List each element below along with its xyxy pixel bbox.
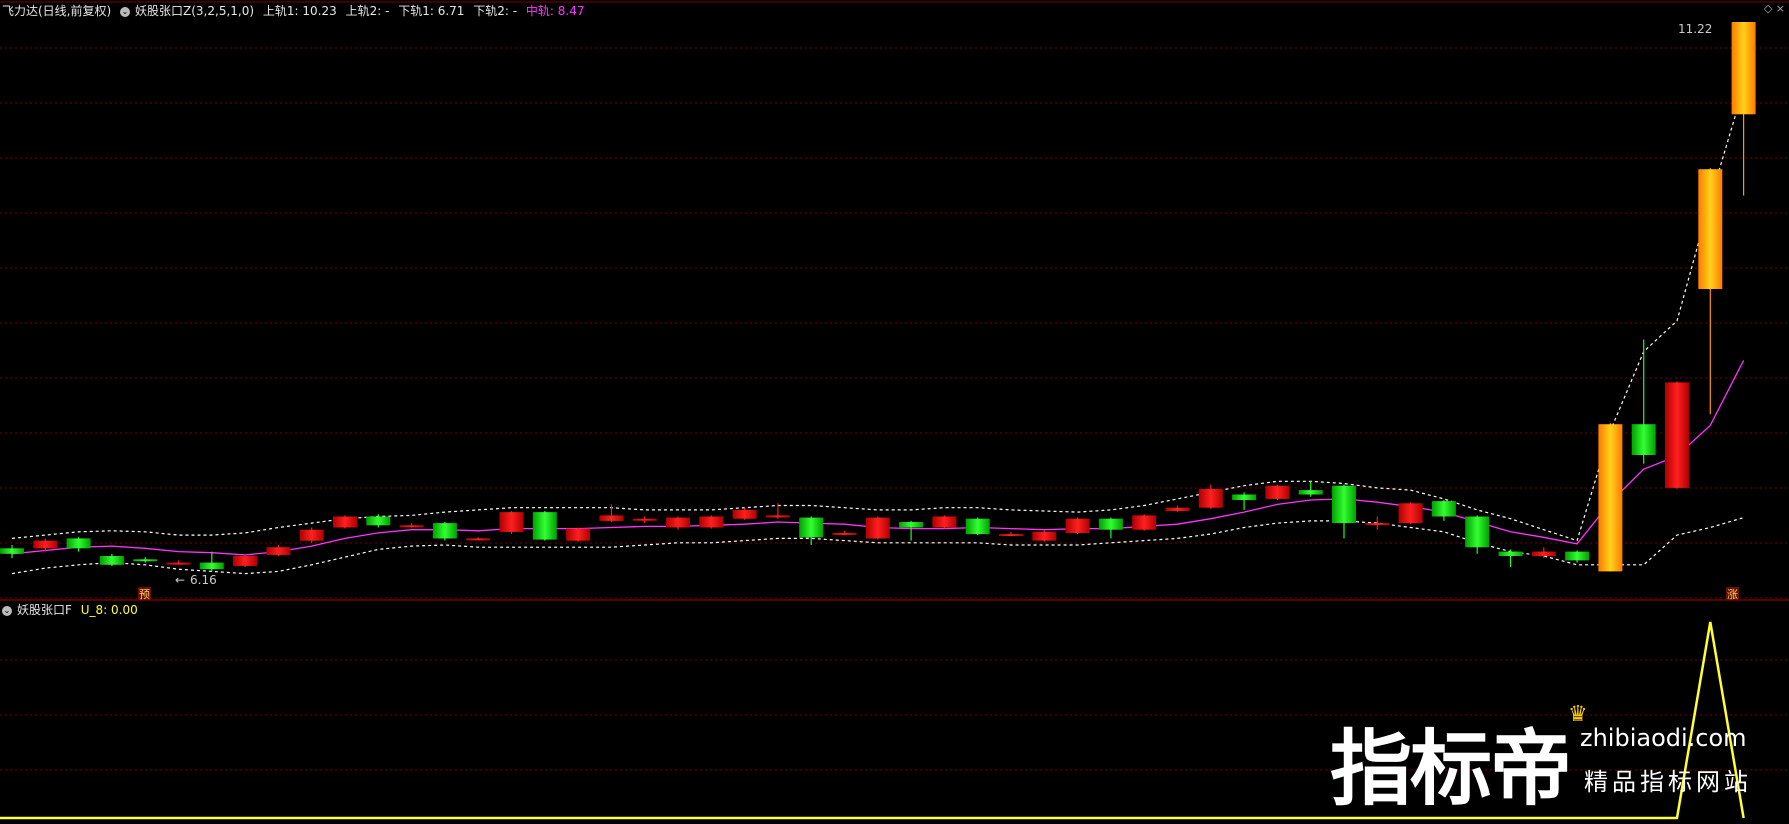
chart-canvas: 11.22 6.16 ← 预 涨: [0, 1, 1789, 820]
grid-lines: [0, 1, 1789, 771]
main-header: 飞力达(日线,前复权) ⌄ 妖股张口Z(3,2,5,1,0) 上轨1: 10.23…: [2, 4, 590, 18]
candle-body: [1198, 489, 1223, 508]
sub-header: ⌄ 妖股张口F U_8: 0.00: [2, 603, 143, 617]
candle-body: [1731, 22, 1756, 115]
candle-body: [66, 538, 91, 549]
candle-body: [333, 516, 357, 528]
upper1-value: 上轨1: 10.23: [262, 4, 337, 18]
candle-body: [899, 522, 924, 528]
candle-body: [432, 523, 457, 539]
candle-body: [1298, 490, 1323, 495]
candle-body: [932, 516, 957, 528]
upper2-value: 上轨2: -: [345, 4, 390, 18]
lower2-value: 下轨2: -: [473, 4, 518, 18]
watermark-brand: 指标帝: [1330, 722, 1572, 817]
candle-body: [1631, 424, 1656, 455]
candle-body: [865, 517, 890, 539]
sub-indicator-name[interactable]: 妖股张口F: [17, 603, 72, 617]
candle-body: [1365, 523, 1390, 526]
marker-left-label: 预: [139, 588, 150, 601]
candle-body: [1065, 518, 1090, 533]
mid-value: 中轨: 8.47: [525, 4, 585, 18]
candle-body: [532, 512, 557, 540]
low-arrow-icon: ←: [175, 573, 185, 587]
candle-body: [1132, 515, 1157, 530]
sub-indicator-value: U_8: 0.00: [80, 603, 138, 617]
candle-body: [765, 515, 790, 518]
window-controls: ◇ ×: [1764, 2, 1785, 15]
candle-body: [399, 525, 424, 528]
candle-body: [0, 548, 24, 554]
candle-body: [299, 529, 324, 541]
candle-body: [1032, 531, 1057, 541]
diamond-icon[interactable]: ◇: [1764, 2, 1772, 15]
stock-name: 飞力达(日线,前复权): [2, 4, 112, 18]
candle-body: [1498, 551, 1523, 556]
upper-band-line: [11, 87, 1745, 542]
candle-body: [266, 547, 291, 555]
marker-right-label: 涨: [1727, 588, 1738, 601]
candle-body: [632, 518, 657, 521]
candle-body: [999, 534, 1023, 536]
watermark-url: zhibiaodi.com: [1580, 724, 1747, 752]
candle-body: [1098, 518, 1123, 530]
candle-body: [1165, 507, 1190, 511]
candle-body: [799, 517, 824, 538]
candle-body: [1265, 485, 1290, 499]
candle-body: [732, 509, 757, 519]
candle-body: [466, 538, 491, 541]
chevron-down-icon[interactable]: ⌄: [120, 6, 131, 17]
candle-body: [666, 517, 690, 528]
candle-body: [499, 512, 524, 532]
candle-body: [1398, 503, 1423, 524]
candle-body: [166, 562, 191, 565]
candle-body: [599, 515, 624, 521]
band-lines: [11, 87, 1745, 575]
chevron-down-icon[interactable]: ⌄: [2, 605, 12, 616]
candle-body: [965, 518, 990, 535]
close-icon[interactable]: ×: [1776, 2, 1785, 15]
candle-body: [1332, 485, 1356, 524]
candle-body: [1531, 551, 1556, 556]
candle-body: [33, 540, 58, 549]
candle-body: [832, 532, 857, 535]
low-price-label: 6.16: [190, 573, 217, 587]
candles: [0, 22, 1756, 572]
candle-body: [199, 562, 224, 570]
candle-body: [1598, 424, 1623, 572]
candle-body: [1665, 382, 1689, 488]
candle-body: [566, 528, 591, 541]
indicator-name[interactable]: 妖股张口Z(3,2,5,1,0): [135, 4, 254, 18]
candle-body: [133, 559, 158, 562]
candle-body: [233, 556, 258, 566]
candle-body: [366, 516, 391, 526]
candle-body: [99, 556, 124, 565]
lower1-value: 下轨1: 6.71: [398, 4, 465, 18]
candle-body: [1565, 551, 1590, 561]
candle-body: [1465, 516, 1490, 548]
watermark-tagline: 精品指标网站: [1584, 768, 1752, 796]
candle-body: [1232, 494, 1257, 500]
candle-body: [1431, 501, 1456, 517]
high-price-label: 11.22: [1678, 22, 1712, 36]
candle-body: [699, 516, 724, 528]
candle-body: [1698, 169, 1723, 289]
